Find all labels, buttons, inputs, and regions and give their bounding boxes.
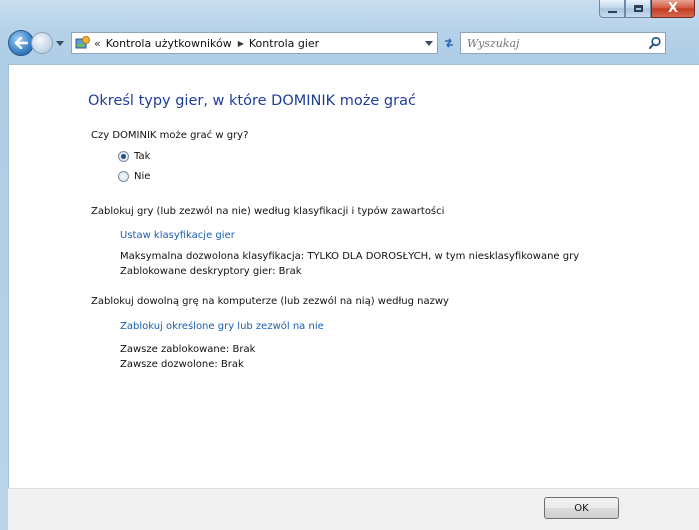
search-icon[interactable] bbox=[648, 36, 662, 50]
page-title: Określ typy gier, w które DOMINIK może g… bbox=[88, 93, 416, 109]
breadcrumb-separator-icon[interactable]: ▶ bbox=[238, 39, 244, 48]
ok-button[interactable]: OK bbox=[544, 497, 619, 519]
set-game-ratings-link[interactable]: Ustaw klasyfikacje gier bbox=[120, 230, 235, 241]
always-allowed: Zawsze dozwolone: Brak bbox=[120, 359, 244, 370]
always-blocked: Zawsze zablokowane: Brak bbox=[120, 344, 256, 355]
breadcrumb-user-control[interactable]: Kontrola użytkowników bbox=[106, 37, 232, 50]
radio-button-checked[interactable] bbox=[118, 151, 129, 162]
maximize-button[interactable] bbox=[625, 0, 651, 18]
forward-button[interactable] bbox=[31, 32, 53, 54]
games-allowed-question: Czy DOMINIK może grać w gry? bbox=[91, 130, 249, 141]
caption-buttons: X bbox=[599, 0, 695, 22]
chevron-down-icon bbox=[425, 40, 433, 46]
close-button[interactable]: X bbox=[651, 0, 695, 18]
control-panel-icon bbox=[75, 35, 91, 51]
radio-yes[interactable]: Tak bbox=[118, 151, 150, 162]
recent-pages-button[interactable] bbox=[55, 36, 65, 50]
minimize-button[interactable] bbox=[599, 0, 625, 18]
search-input[interactable] bbox=[465, 35, 639, 51]
address-dropdown-button[interactable] bbox=[421, 33, 437, 53]
radio-button-unchecked[interactable] bbox=[118, 171, 129, 182]
address-bar[interactable]: « Kontrola użytkowników ▶ Kontrola gier bbox=[71, 32, 438, 54]
window: X « Kontrola użytkowników ▶ Kontrola gie… bbox=[0, 0, 699, 530]
close-icon: X bbox=[667, 1, 679, 16]
refresh-icon bbox=[445, 38, 453, 48]
radio-yes-label: Tak bbox=[134, 151, 151, 162]
breadcrumb-overflow[interactable]: « bbox=[94, 37, 101, 50]
block-specific-games-link[interactable]: Zablokuj określone gry lub zezwól na nie bbox=[120, 321, 324, 332]
refresh-button[interactable] bbox=[438, 32, 460, 54]
blocked-descriptors: Zablokowane deskryptory gier: Brak bbox=[120, 266, 302, 277]
radio-no-label: Nie bbox=[134, 171, 151, 182]
chevron-down-icon bbox=[56, 40, 64, 46]
bottom-bar: OK bbox=[8, 488, 699, 530]
content-pane: Określ typy gier, w które DOMINIK może g… bbox=[8, 64, 699, 488]
search-box[interactable] bbox=[460, 32, 666, 54]
minimize-icon bbox=[607, 10, 617, 13]
maximize-icon bbox=[633, 5, 643, 12]
section-name-heading: Zablokuj dowolną grę na komputerze (lub … bbox=[91, 296, 449, 307]
section-rating-heading: Zablokuj gry (lub zezwól na nie) według … bbox=[91, 206, 445, 217]
radio-no[interactable]: Nie bbox=[118, 171, 150, 182]
navigation-bar: « Kontrola użytkowników ▶ Kontrola gier bbox=[8, 28, 699, 58]
breadcrumb-game-control[interactable]: Kontrola gier bbox=[249, 37, 319, 50]
max-allowed-rating: Maksymalna dozwolona klasyfikacja: TYLKO… bbox=[120, 251, 580, 262]
back-arrow-icon bbox=[14, 37, 28, 49]
